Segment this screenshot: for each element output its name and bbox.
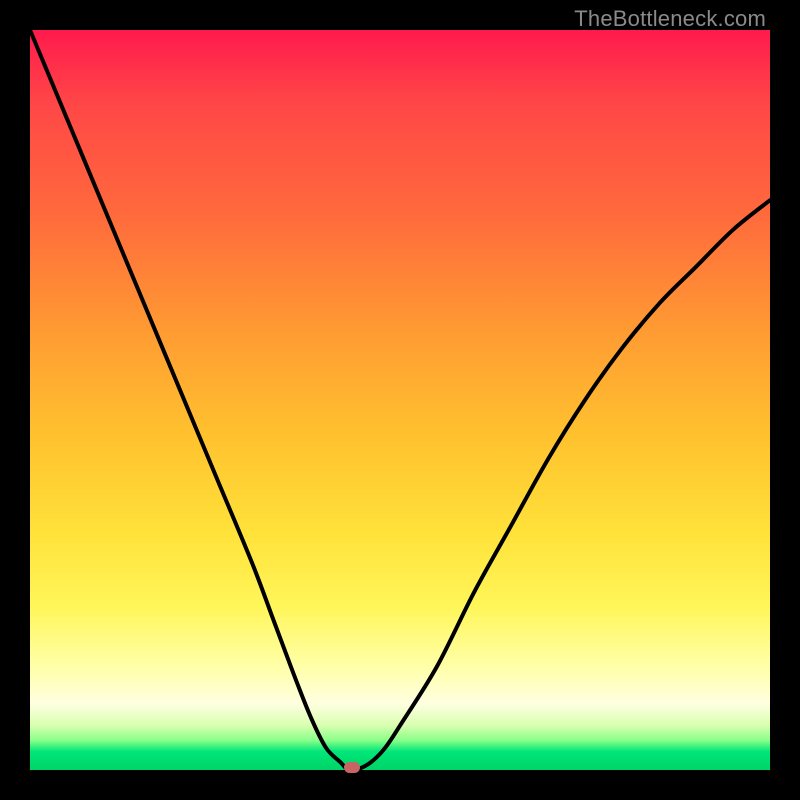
chart-frame: TheBottleneck.com <box>0 0 800 800</box>
bottleneck-curve <box>30 30 770 770</box>
plot-area <box>30 30 770 770</box>
watermark-text: TheBottleneck.com <box>574 6 766 32</box>
optimum-marker <box>344 762 360 773</box>
